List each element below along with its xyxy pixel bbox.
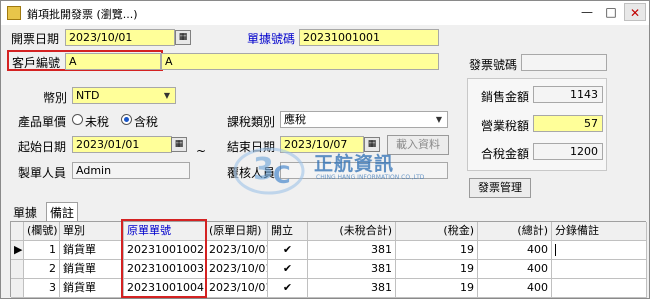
svg-text:C: C [273,161,291,189]
check-icon: ✔ [282,243,293,256]
row-indicator-header [11,222,24,241]
col-header-num[interactable]: (欄號) [24,222,60,241]
creator-field[interactable]: Admin [72,162,190,179]
table-cell-total[interactable]: 400 [478,260,552,279]
table-cell-orig-date[interactable]: 2023/10/01 [206,279,268,298]
radio-untaxed-label: 未稅 [85,115,110,129]
table-cell-tax[interactable]: 19 [396,279,478,298]
currency-label: 幣別 [43,91,68,105]
table-cell-orig-date[interactable]: 2023/10/01 [206,241,268,260]
customer-label: 客戶編號 [12,56,61,70]
total-amount-label: 合稅金額 [481,147,530,161]
table-cell-num[interactable]: 1 [24,241,60,260]
creator-label: 製單人員 [18,166,67,180]
tax-type-select[interactable]: 應稅 ▼ [280,111,448,128]
start-date-label: 起始日期 [18,140,67,154]
col-header-orig-date[interactable]: (原單日期) [206,222,268,241]
col-header-untaxed[interactable]: (未稅合計) [308,222,396,241]
maximize-icon[interactable]: □ [600,3,622,21]
window-title: 銷項批開發票 (瀏覽...) [27,8,138,21]
currency-value: NTD [76,89,100,102]
close-icon[interactable]: ✕ [624,3,646,21]
text-cursor [555,244,556,256]
issued-checkbox[interactable]: ✔ [268,279,308,298]
title-bar: 銷項批開發票 (瀏覽...) — □ ✕ [1,1,649,25]
invoice-no-field[interactable] [521,54,607,71]
sales-amount-field[interactable]: 1143 [533,86,603,103]
sales-amount-label: 銷售金額 [481,90,530,104]
row-indicator [11,279,24,298]
minimize-icon[interactable]: — [576,3,598,21]
logo-text: 正航資訊 [314,153,395,175]
tab-document[interactable]: 單據 [13,204,37,221]
svg-text:3: 3 [253,152,274,187]
detail-grid: (欄號) 單別 原單單號 (原單日期) 開立 (未稅合計) (稅金) (總計) … [10,221,647,298]
customer-name-field[interactable]: A [161,53,439,70]
table-cell-total[interactable]: 400 [478,241,552,260]
table-cell-num[interactable]: 3 [24,279,60,298]
date-range-tilde: ~ [196,144,207,158]
company-logo: 3 C 正航資訊 CHING HANG INFORMATION CO.,LTD [229,131,469,201]
issued-checkbox[interactable]: ✔ [268,241,308,260]
tax-type-value: 應稅 [284,113,306,126]
tax-amount-label: 營業稅額 [481,119,530,133]
check-icon: ✔ [282,281,293,294]
table-cell-num[interactable]: 2 [24,260,60,279]
table-cell-note[interactable] [552,260,647,279]
col-header-total[interactable]: (總計) [478,222,552,241]
table-cell-note[interactable] [552,279,647,298]
table-cell-untaxed[interactable]: 381 [308,241,396,260]
customer-code-field[interactable]: A [65,53,161,70]
table-cell-tax[interactable]: 19 [396,260,478,279]
invoice-no-label: 發票號碼 [469,58,518,72]
doc-no-field[interactable]: 20231001001 [299,29,439,46]
table-cell-tax[interactable]: 19 [396,241,478,260]
tax-type-label: 課稅類別 [227,115,276,129]
invoice-management-button[interactable]: 發票管理 [469,178,531,198]
col-header-note[interactable]: 分錄備註 [552,222,647,241]
unit-price-label: 產品單價 [18,115,67,129]
table-cell-type[interactable]: 銷貨單 [60,241,124,260]
tax-amount-field[interactable]: 57 [533,115,603,132]
total-amount-field[interactable]: 1200 [533,143,603,160]
table-cell-total[interactable]: 400 [478,279,552,298]
invoice-date-field[interactable]: 2023/10/01 [65,29,175,46]
invoice-date-label: 開票日期 [11,32,60,46]
col-header-issued[interactable]: 開立 [268,222,308,241]
chevron-down-icon: ▼ [435,115,443,124]
table-cell-untaxed[interactable]: 381 [308,279,396,298]
table-cell-type[interactable]: 銷貨單 [60,260,124,279]
doc-no-label: 單據號碼 [247,32,296,46]
tab-notes[interactable]: 備註 [46,202,79,222]
radio-taxed-label: 含稅 [134,115,159,129]
table-cell-type[interactable]: 銷貨單 [60,279,124,298]
calendar-icon[interactable]: ▦ [175,30,191,45]
check-icon: ✔ [282,262,293,275]
invoice-window: 銷項批開發票 (瀏覽...) — □ ✕ 開票日期 2023/10/01 ▦ 單… [0,0,650,299]
chevron-down-icon: ▼ [163,91,171,100]
logo-subtext: CHING HANG INFORMATION CO.,LTD [316,174,425,181]
calendar-icon[interactable]: ▦ [171,137,187,152]
orig-no-highlight-box [121,219,207,298]
col-header-tax[interactable]: (稅金) [396,222,478,241]
app-icon [7,6,21,20]
start-date-field[interactable]: 2023/01/01 [72,136,172,153]
table-cell-orig-date[interactable]: 2023/10/01 [206,260,268,279]
row-current-indicator-icon: ▶ [11,241,24,260]
table-cell-untaxed[interactable]: 381 [308,260,396,279]
col-header-type[interactable]: 單別 [60,222,124,241]
currency-select[interactable]: NTD ▼ [72,87,176,104]
radio-untaxed[interactable] [72,114,83,125]
table-cell-note[interactable] [552,241,647,260]
issued-checkbox[interactable]: ✔ [268,260,308,279]
row-indicator [11,260,24,279]
radio-taxed[interactable] [121,114,132,125]
